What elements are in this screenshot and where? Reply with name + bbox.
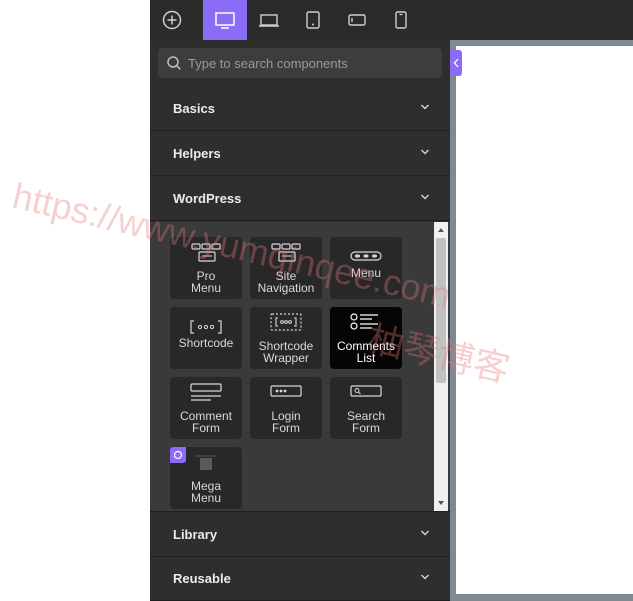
component-login-form[interactable]: Login Form [250,377,322,439]
left-blank-area [0,0,150,601]
component-label: Site Navigation [257,269,315,295]
chevron-down-icon [420,574,430,580]
add-component-button[interactable] [150,0,194,40]
search-box [158,48,442,78]
site-navigation-icon [271,243,301,262]
component-shortcode[interactable]: Shortcode [170,307,242,369]
top-toolbar [150,0,633,40]
menu-icon [350,251,382,261]
panel-collapse-handle[interactable] [450,50,462,76]
chevron-down-icon [420,194,430,200]
section-label: Basics [173,100,215,116]
component-label: Shortcode [178,336,234,350]
device-tablet-button[interactable] [291,0,335,40]
component-comment-form[interactable]: Comment Form [170,377,242,439]
chevron-down-icon [420,530,430,536]
search-input[interactable] [188,48,428,78]
component-label: Login Form [271,409,301,435]
chevron-left-icon [453,58,459,68]
search-form-icon [350,385,382,397]
device-laptop-button[interactable] [247,0,291,40]
section-basics[interactable]: Basics [150,86,450,131]
laptop-icon [259,14,279,27]
tablet-icon [306,11,320,29]
section-library[interactable]: Library [150,511,450,557]
shortcode-icon [190,320,222,334]
wordpress-components: Pro Menu Site Navigation Menu Shortcode … [150,222,450,511]
components-panel: Basics Helpers WordPress Pro Menu Site N… [150,40,450,601]
chevron-down-icon [420,149,430,155]
comment-form-icon [190,383,222,401]
components-scrollbar[interactable] [434,222,448,511]
comments-list-icon [350,313,378,330]
section-label: Reusable [173,570,231,586]
component-label: Search Form [346,409,386,435]
page-canvas[interactable] [456,46,633,594]
device-desktop-button[interactable] [203,0,247,40]
component-search-form[interactable]: Search Form [330,377,402,439]
mobile-landscape-icon [348,14,366,26]
component-pro-menu[interactable]: Pro Menu [170,237,242,299]
plus-circle-icon [162,10,182,30]
component-label: Comments List [336,339,395,365]
mega-menu-icon [195,455,217,470]
device-mobile-landscape-button[interactable] [335,0,379,40]
pro-menu-icon [191,243,221,262]
section-label: Helpers [173,145,221,161]
search-icon [167,56,181,70]
section-wordpress[interactable]: WordPress [150,176,450,221]
component-label: Menu [350,266,382,280]
scroll-up-arrow-icon[interactable] [437,226,445,234]
canvas-frame [450,40,633,601]
chevron-down-icon [420,104,430,110]
component-label: Comment Form [179,409,232,435]
section-reusable[interactable]: Reusable [150,556,450,601]
component-label: Pro Menu [190,269,222,295]
device-mobile-button[interactable] [379,0,423,40]
component-comments-list[interactable]: Comments List [330,307,402,369]
desktop-icon [215,12,235,29]
component-shortcode-wrapper[interactable]: Shortcode Wrapper [250,307,322,369]
component-label: Mega Menu [190,479,222,505]
scroll-down-arrow-icon[interactable] [437,499,445,507]
component-site-navigation[interactable]: Site Navigation [250,237,322,299]
component-mega-menu[interactable]: Mega Menu [170,447,242,509]
component-menu[interactable]: Menu [330,237,402,299]
section-helpers[interactable]: Helpers [150,131,450,176]
shortcode-wrapper-icon [270,313,302,331]
scrollbar-thumb[interactable] [436,238,446,383]
section-label: Library [173,526,218,542]
login-form-icon [270,385,302,397]
section-label: WordPress [173,190,242,206]
component-label: Shortcode Wrapper [258,339,314,365]
mobile-icon [395,11,407,29]
